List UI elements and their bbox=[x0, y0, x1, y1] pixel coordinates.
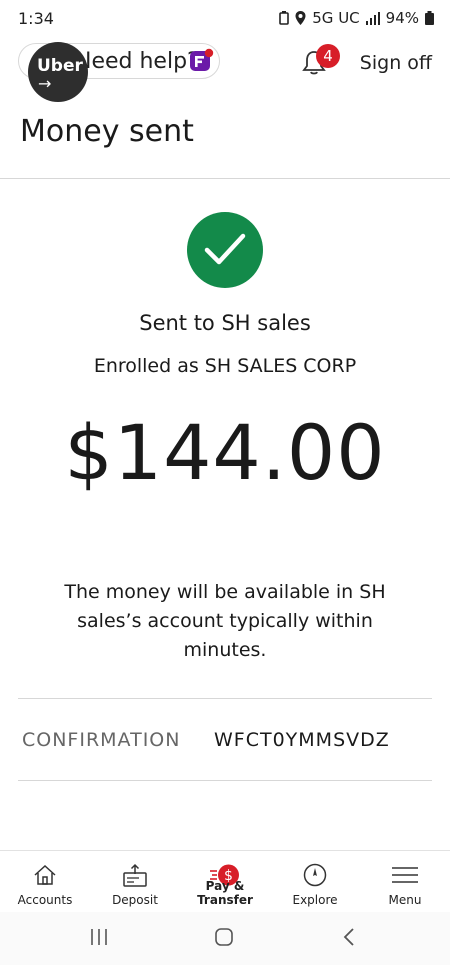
battery-percent: 94% bbox=[385, 9, 419, 27]
battery-icon bbox=[425, 11, 434, 25]
system-nav-bar bbox=[0, 912, 450, 965]
page-title: Money sent bbox=[20, 114, 194, 149]
battery-saver-icon bbox=[279, 11, 290, 25]
nav-menu[interactable]: Menu bbox=[360, 851, 450, 913]
chat-assistant-icon bbox=[190, 48, 214, 71]
enrolled-as-text: Enrolled as SH SALES CORP bbox=[93, 355, 357, 377]
nav-explore[interactable]: Explore bbox=[270, 851, 360, 913]
network-type: 5G UC bbox=[312, 9, 360, 27]
signal-icon bbox=[365, 11, 380, 25]
compass-icon bbox=[303, 863, 327, 887]
nav-accounts[interactable]: Accounts bbox=[0, 851, 90, 913]
status-icons: 5G UC 94% bbox=[279, 9, 434, 27]
nav-pay-transfer[interactable]: $ Pay & Transfer bbox=[180, 851, 270, 913]
success-check-icon bbox=[187, 212, 263, 288]
nav-label: Deposit bbox=[112, 893, 158, 907]
bottom-nav: Accounts Deposit $ Pay & Transfer Explor… bbox=[0, 850, 450, 914]
divider bbox=[18, 698, 432, 699]
divider bbox=[0, 178, 450, 179]
nav-label: Pay & Transfer bbox=[197, 879, 253, 907]
sent-to-text: Sent to SH sales bbox=[139, 311, 311, 335]
recent-apps-icon[interactable] bbox=[90, 927, 108, 947]
availability-message: The money will be available in SH sales’… bbox=[64, 581, 386, 661]
home-icon bbox=[34, 864, 56, 885]
need-help-label: Need help? bbox=[75, 49, 199, 74]
confirmation-number: WFCT0YMMSVDZ bbox=[214, 729, 390, 751]
sign-off-button[interactable]: Sign off bbox=[360, 52, 432, 74]
nav-label: Accounts bbox=[17, 893, 73, 907]
divider bbox=[18, 780, 432, 781]
back-icon[interactable] bbox=[342, 927, 356, 947]
status-bar: 1:34 5G UC 94% bbox=[0, 0, 450, 38]
arrow-right-icon: → bbox=[38, 74, 52, 93]
nav-label: Explore bbox=[292, 893, 338, 907]
nav-deposit[interactable]: Deposit bbox=[90, 851, 180, 913]
hamburger-icon bbox=[392, 867, 418, 883]
location-icon bbox=[295, 11, 306, 25]
uber-label: Uber bbox=[37, 56, 83, 76]
uber-floating-bubble[interactable]: Uber → bbox=[28, 42, 88, 102]
confirmation-label: CONFIRMATION bbox=[22, 729, 181, 751]
home-button-icon[interactable] bbox=[214, 927, 234, 947]
amount-sent: $144.00 bbox=[64, 408, 386, 497]
nav-label: Menu bbox=[388, 893, 422, 907]
deposit-icon bbox=[123, 863, 147, 887]
notification-badge: 4 bbox=[316, 44, 340, 68]
status-time: 1:34 bbox=[18, 9, 54, 28]
